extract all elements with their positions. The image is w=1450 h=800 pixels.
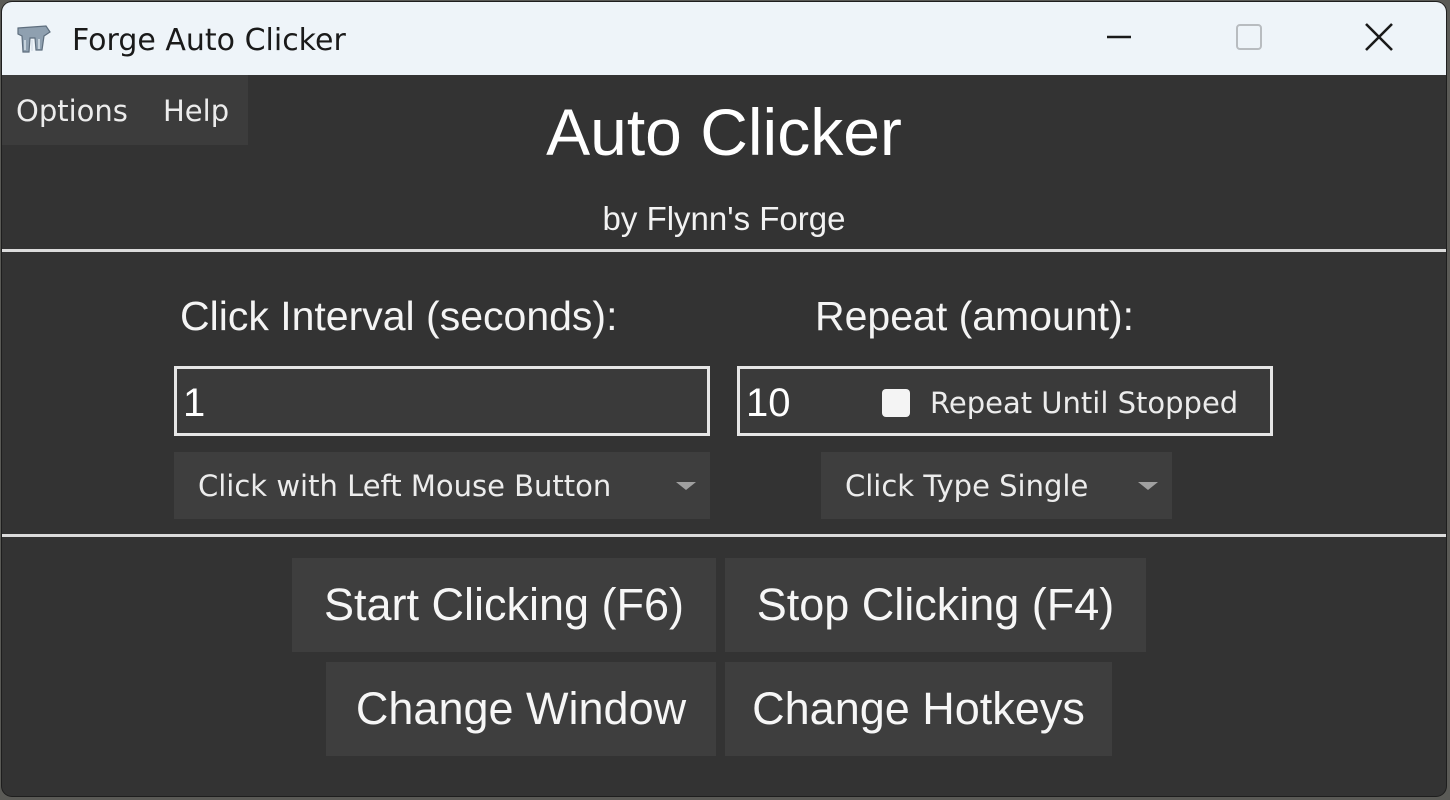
forge-app-icon (16, 22, 52, 56)
repeat-amount-value: 10 (746, 381, 791, 425)
close-button[interactable] (1314, 2, 1444, 75)
title-bar[interactable]: Forge Auto Clicker (2, 2, 1446, 75)
click-type-dropdown[interactable]: Click Type Single (821, 452, 1172, 519)
click-type-selected: Click Type Single (845, 469, 1089, 503)
click-interval-value: 1 (183, 381, 206, 425)
close-icon (1363, 21, 1395, 57)
stop-clicking-button[interactable]: Stop Clicking (F4) (725, 558, 1146, 652)
change-window-button[interactable]: Change Window (326, 662, 716, 756)
click-interval-input[interactable]: 1 (174, 366, 710, 436)
mouse-button-selected: Click with Left Mouse Button (198, 469, 612, 503)
app-subtitle: by Flynn's Forge (602, 200, 846, 237)
change-hotkeys-button[interactable]: Change Hotkeys (725, 662, 1112, 756)
maximize-icon (1234, 22, 1264, 56)
chevron-down-icon (676, 482, 696, 490)
minimize-icon (1104, 22, 1134, 56)
minimize-button[interactable] (1054, 2, 1184, 75)
window-title: Forge Auto Clicker (72, 23, 346, 58)
repeat-amount-label: Repeat (amount): (815, 293, 1135, 339)
divider (2, 249, 1446, 252)
app-heading: Auto Clicker (546, 95, 902, 169)
repeat-amount-input[interactable]: 10 Repeat Until Stopped (737, 366, 1273, 436)
start-clicking-button[interactable]: Start Clicking (F6) (292, 558, 716, 652)
chevron-down-icon (1138, 482, 1158, 490)
maximize-button[interactable] (1184, 2, 1314, 75)
mouse-button-dropdown[interactable]: Click with Left Mouse Button (174, 452, 710, 519)
repeat-until-stopped-checkbox[interactable] (882, 389, 910, 417)
repeat-until-stopped-label[interactable]: Repeat Until Stopped (930, 385, 1238, 421)
divider (2, 534, 1446, 537)
click-interval-label: Click Interval (seconds): (180, 293, 618, 339)
app-window: Forge Auto Clicker Options Help Auto Cli… (2, 2, 1446, 796)
